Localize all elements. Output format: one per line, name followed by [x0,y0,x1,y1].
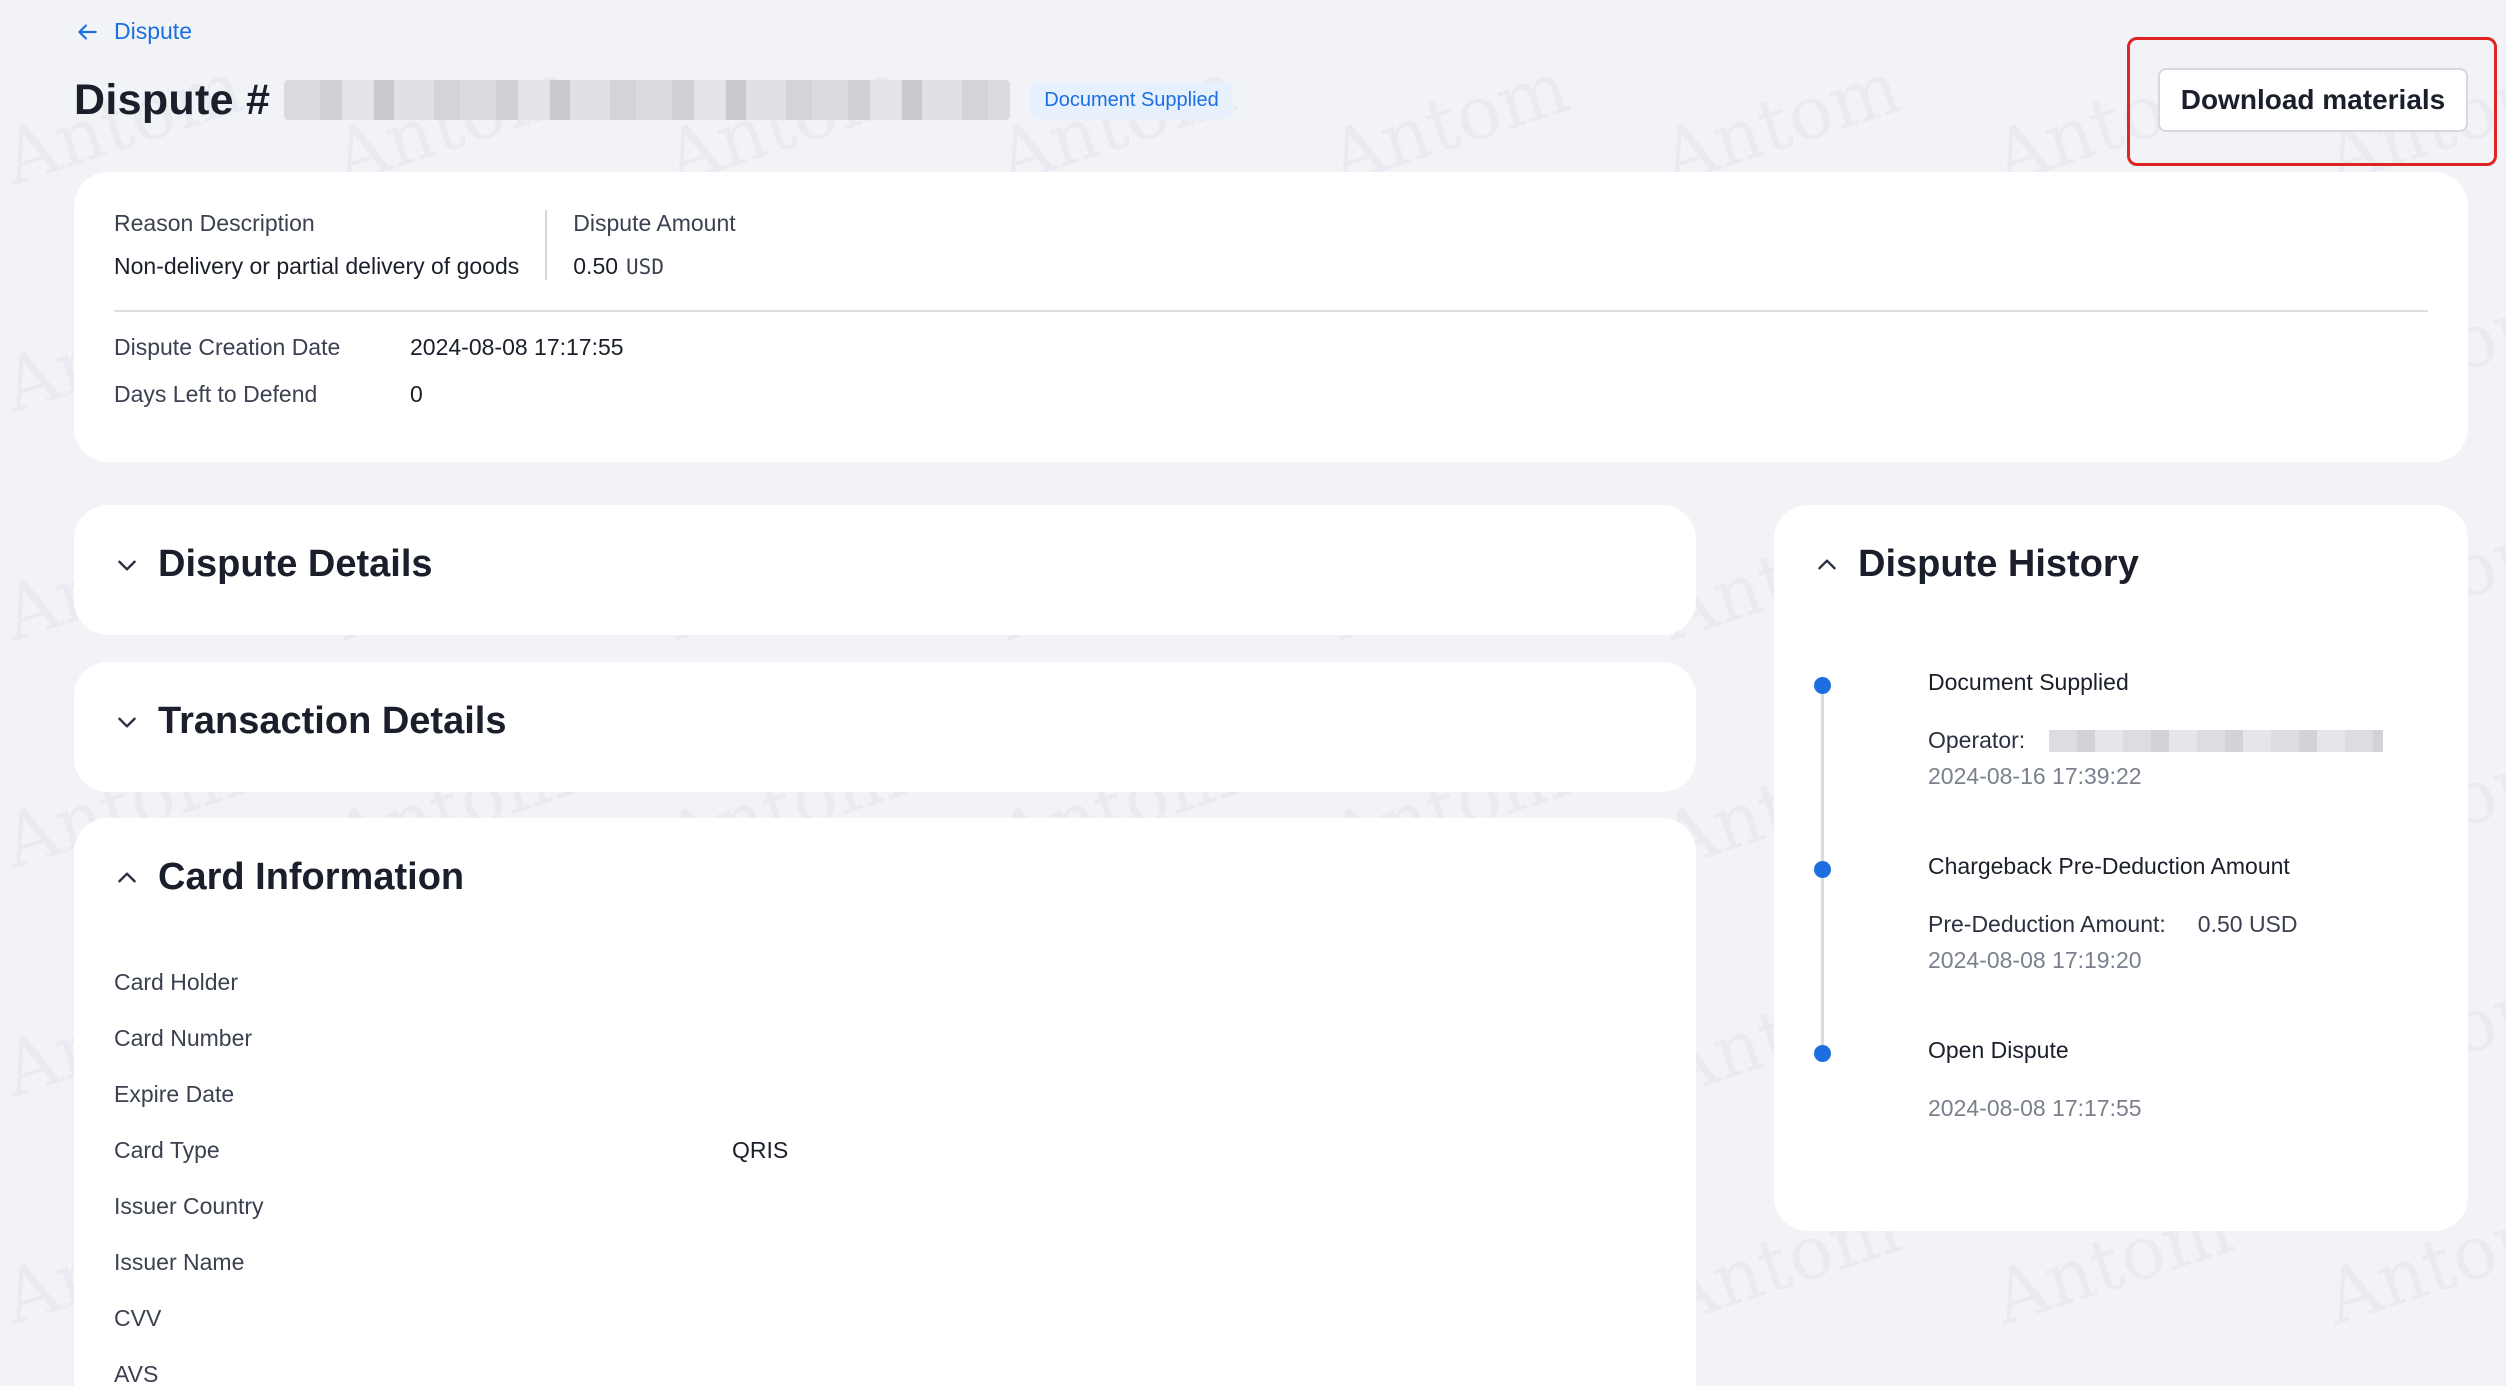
cvv-value [732,1290,788,1346]
page-title-row: Dispute # Document Supplied [74,70,1233,130]
issuer-name-label: Issuer Name [114,1249,245,1275]
chevron-up-icon [1818,558,1836,569]
card-holder-label: Card Holder [114,969,238,995]
back-link[interactable]: Dispute [74,18,192,45]
timeline-item-time: 2024-08-08 17:19:20 [1928,947,2142,973]
days-left-value: 0 [410,381,423,407]
days-left-label: Days Left to Defend [114,381,318,407]
expire-date-value [732,1066,788,1122]
transaction-details-card: Transaction Details [74,662,1696,792]
dispute-history-card: Dispute History Document Supplied Operat… [1774,505,2468,1231]
dispute-details-card: Dispute Details [74,505,1696,635]
card-type-label: Card Type [114,1137,220,1163]
download-materials-button[interactable]: Download materials [2158,68,2468,132]
issuer-country-label: Issuer Country [114,1193,264,1219]
pre-deduction-amount-value: 0.50 USD [2197,911,2298,937]
back-link-label: Dispute [114,18,192,44]
status-badge: Document Supplied [1030,81,1233,119]
dispute-amount-currency: USD [626,255,664,279]
dispute-details-toggle[interactable]: Dispute Details [114,543,433,586]
dispute-amount-label: Dispute Amount [573,210,736,236]
dispute-summary-card: Reason Description Non-delivery or parti… [74,172,2468,462]
avs-label: AVS [114,1361,159,1386]
expire-date-label: Expire Date [114,1081,235,1107]
timeline-item-title: Chargeback Pre-Deduction Amount [1928,853,2290,879]
card-holder-value [732,954,788,1010]
card-information-title: Card Information [158,856,465,898]
chevron-down-icon [118,560,136,571]
creation-date-value: 2024-08-08 17:17:55 [410,334,624,360]
transaction-details-toggle[interactable]: Transaction Details [114,700,506,743]
dispute-details-title: Dispute Details [158,543,433,585]
transaction-details-title: Transaction Details [158,700,507,742]
timeline-dot [1814,861,1831,878]
summary-divider [114,310,2428,312]
card-number-value [732,1010,788,1066]
issuer-country-value [732,1178,788,1234]
timeline-item-time: 2024-08-16 17:39:22 [1928,763,2142,789]
dispute-amount-value: 0.50 USD [573,253,735,280]
timeline-dot [1814,1045,1831,1062]
chevron-down-icon [118,717,136,728]
card-info-list: Card Holder Card Number Expire Date Card… [114,954,788,1386]
cvv-label: CVV [114,1305,162,1331]
card-information-toggle[interactable]: Card Information [114,856,464,899]
redacted-dispute-id [284,80,1011,120]
dispute-amount-number: 0.50 [573,253,619,279]
reason-description-value: Non-delivery or partial delivery of good… [114,253,520,279]
redacted-operator [2049,729,2384,752]
avs-value [732,1346,788,1386]
issuer-name-value [732,1234,788,1290]
dispute-history-title: Dispute History [1858,543,2139,585]
card-number-label: Card Number [114,1025,253,1051]
timeline-item-title: Document Supplied [1928,669,2129,695]
reason-description-label: Reason Description [114,210,315,236]
dispute-history-toggle[interactable]: Dispute History [1814,543,2139,586]
arrow-left-icon [78,23,97,40]
creation-date-label: Dispute Creation Date [114,334,341,360]
page: Antom Antom Antom Antom Antom Antom Antom Antom… [0,0,2506,1386]
operator-label: Operator: [1928,727,2026,753]
timeline-dot [1814,677,1831,694]
card-information-card: Card Information Card Holder Card Number… [74,818,1696,1386]
card-type-value: QRIS [732,1137,789,1163]
timeline-item-title: Open Dispute [1928,1037,2069,1063]
timeline-item-time: 2024-08-08 17:17:55 [1928,1095,2142,1121]
page-title: Dispute # [74,75,271,124]
chevron-up-icon [118,871,136,882]
pre-deduction-amount-label: Pre-Deduction Amount: [1928,911,2166,937]
